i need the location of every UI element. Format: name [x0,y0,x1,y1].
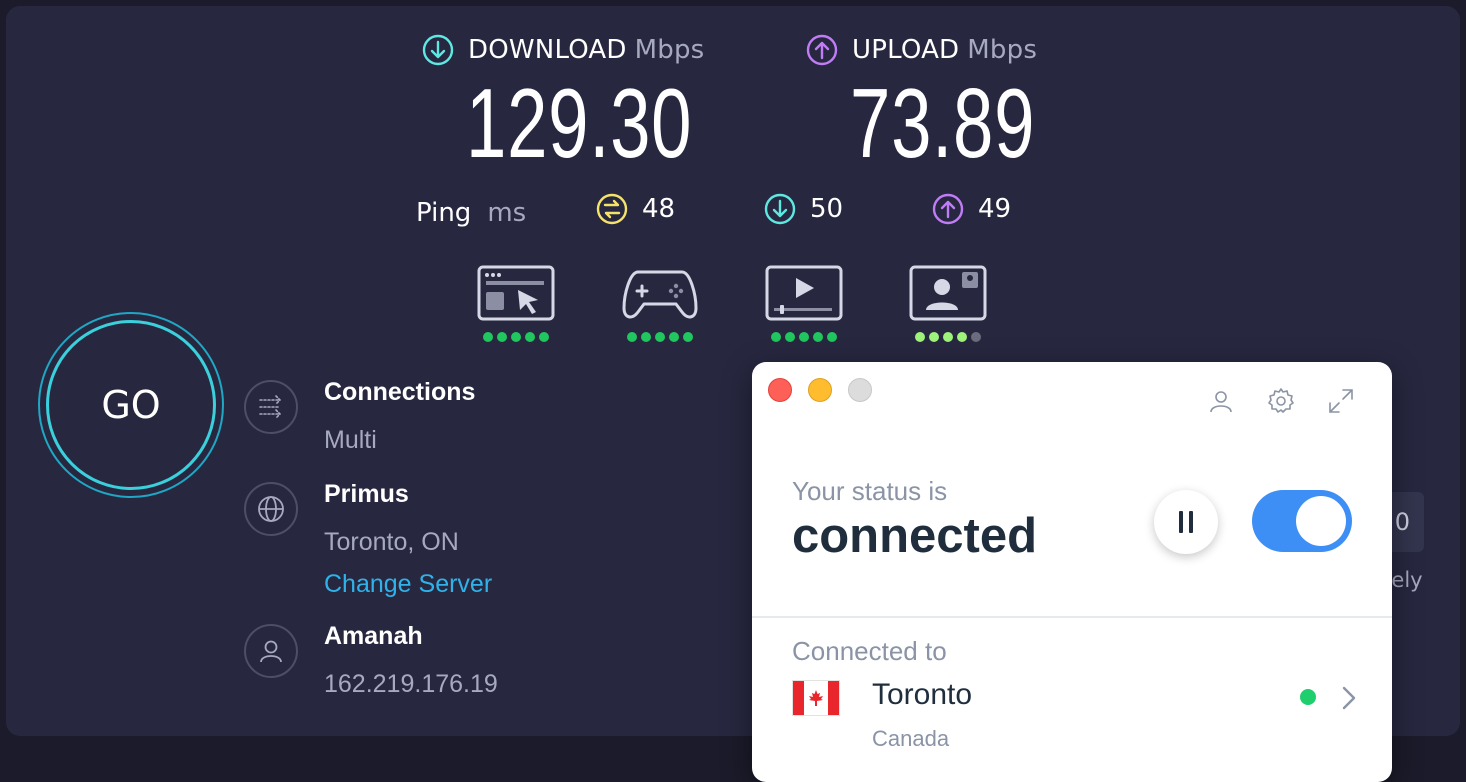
connections-icon-wrap [244,380,298,434]
gaming-rating [620,264,700,342]
download-header: DOWNLOAD Mbps [422,34,704,66]
user-icon [260,640,282,663]
ping-idle-icon [596,193,628,225]
user-icon-wrap [244,624,298,678]
server-title: Primus [324,480,409,508]
connected-to-label: Connected to [792,636,947,666]
server-location: Toronto, ON [324,528,459,556]
ping-download-icon [764,193,796,225]
ping-row: Ping ms [416,198,526,228]
vpn-window: Your status is connected Connected to To… [752,362,1392,782]
upload-header: UPLOAD Mbps [806,34,1037,66]
ping-upload-icon [932,193,964,225]
gaming-dots [620,332,700,342]
video-chat-rating [908,264,988,342]
pause-button[interactable] [1154,490,1218,554]
go-button[interactable]: GO [46,320,216,490]
expand-button[interactable] [1324,384,1358,418]
location-city[interactable]: Toronto [872,678,972,712]
gear-icon [1268,388,1294,413]
settings-button[interactable] [1264,384,1298,418]
canada-flag-icon [792,680,840,716]
ping-download-value: 50 [810,194,844,224]
video-chat-dots [908,332,988,342]
connections-value: Multi [324,426,377,454]
ping-download: 50 [764,193,843,225]
arrow-down-circle-icon [422,34,454,66]
video-streaming-dots [764,332,844,342]
ping-label: Ping [416,198,472,228]
minimize-window-button[interactable] [808,378,832,402]
ping-unit: ms [487,198,527,228]
client-ip: 162.219.176.19 [324,670,498,698]
web-browsing-dots [476,332,556,342]
ping-idle-value: 48 [642,194,676,224]
toggle-knob [1296,496,1346,546]
ping-upload-value: 49 [978,194,1012,224]
download-value: 129.30 [466,68,693,178]
change-server-link[interactable]: Change Server [324,570,492,599]
download-unit: Mbps [634,35,705,65]
video-chat-icon [909,265,987,321]
online-status-dot [1300,689,1316,705]
web-browsing-icon [477,265,555,321]
client-title: Amanah [324,622,423,650]
video-streaming-icon [765,265,843,321]
divider [752,616,1392,618]
connections-title: Connections [324,378,476,406]
globe-icon [258,496,284,522]
location-country: Canada [872,726,950,751]
expand-icon [1329,389,1353,413]
zoom-window-button[interactable] [848,378,872,402]
status-value: connected [792,509,1038,563]
gamepad-icon [622,270,698,319]
connections-icon [259,395,282,419]
close-window-button[interactable] [768,378,792,402]
upload-label: UPLOAD [852,35,960,65]
web-browsing-rating [476,264,556,342]
vpn-toggle[interactable] [1252,490,1352,552]
pause-icon [1179,511,1183,533]
account-icon [1210,391,1232,413]
account-button[interactable] [1204,384,1238,418]
download-label: DOWNLOAD [468,35,627,65]
status-label: Your status is [792,476,948,506]
globe-icon-wrap [244,482,298,536]
arrow-up-circle-icon [806,34,838,66]
video-streaming-rating [764,264,844,342]
ping-idle: 48 [596,193,675,225]
ping-upload: 49 [932,193,1011,225]
upload-unit: Mbps [967,35,1038,65]
upload-value: 73.89 [850,68,1036,178]
chevron-right-icon[interactable] [1338,684,1360,712]
